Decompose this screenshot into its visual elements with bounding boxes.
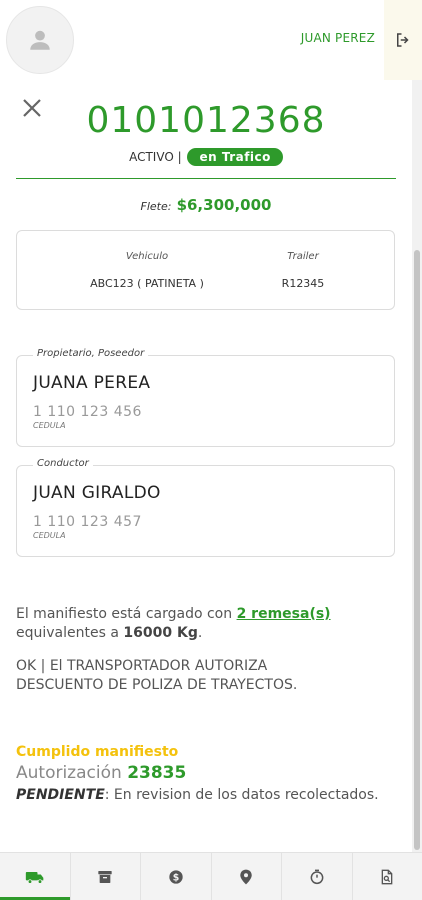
archive-icon xyxy=(98,870,112,883)
owner-id-type: CEDULA xyxy=(33,421,66,430)
logout-button[interactable] xyxy=(384,0,422,80)
status-text: ACTIVO | xyxy=(129,150,182,164)
vehicle-label: Vehiculo xyxy=(125,251,169,262)
driver-name: JUAN GIRALDO xyxy=(33,483,161,503)
svg-text:$: $ xyxy=(173,872,180,883)
driver-box: Conductor JUAN GIRALDO 1 110 123 457 CED… xyxy=(16,458,395,557)
vehicle-box: Vehiculo ABC123 ( PATINETA ) Trailer R12… xyxy=(16,230,395,310)
logout-icon xyxy=(397,33,409,47)
status-badge: en Trafico xyxy=(187,148,283,166)
pending-status: PENDIENTE: En revision de los datos reco… xyxy=(16,787,379,803)
dollar-icon: $ xyxy=(169,869,183,884)
avatar[interactable] xyxy=(6,6,74,74)
flete-label: Flete: xyxy=(140,200,172,213)
location-pin-icon xyxy=(240,869,252,884)
stopwatch-icon xyxy=(310,869,324,884)
scrollbar-thumb[interactable] xyxy=(414,250,420,850)
manifest-card: 0101012368 ACTIVO | en Trafico Flete: $6… xyxy=(0,80,412,852)
owner-box: Propietario, Poseedor JUANA PEREA 1 110 … xyxy=(16,348,395,447)
username[interactable]: JUAN PEREZ xyxy=(301,31,375,45)
cumplido-title: Cumplido manifiesto xyxy=(16,744,179,760)
truck-icon xyxy=(25,871,44,884)
flete-value: $6,300,000 xyxy=(176,196,272,214)
top-bar: JUAN PEREZ xyxy=(0,0,422,80)
remesas-link[interactable]: 2 remesa(s) xyxy=(237,606,331,622)
owner-id: 1 110 123 456 xyxy=(33,404,142,420)
trailer-value: R12345 xyxy=(281,277,325,290)
status-row: ACTIVO | en Trafico xyxy=(0,148,412,166)
weight-value: 16000 Kg xyxy=(123,625,198,641)
owner-legend: Propietario, Poseedor xyxy=(33,348,149,359)
tab-location[interactable] xyxy=(212,853,282,900)
bottom-nav: $ xyxy=(0,852,422,900)
authorization-number: 23835 xyxy=(127,763,187,783)
insurance-notice: OK | El TRANSPORTADOR AUTORIZA DESCUENTO… xyxy=(16,658,298,693)
tab-document-search[interactable] xyxy=(353,853,422,900)
owner-name: JUANA PEREA xyxy=(33,373,151,393)
tab-truck[interactable] xyxy=(0,853,71,900)
divider xyxy=(16,178,396,179)
document-search-icon xyxy=(381,869,393,884)
flete-row: Flete: $6,300,000 xyxy=(0,195,412,214)
pending-label: PENDIENTE xyxy=(16,787,105,803)
tab-archive[interactable] xyxy=(71,853,141,900)
manifest-code: 0101012368 xyxy=(86,100,326,141)
tab-payments[interactable]: $ xyxy=(141,853,212,900)
driver-legend: Conductor xyxy=(33,458,93,469)
driver-id: 1 110 123 457 xyxy=(33,514,142,530)
tab-timer[interactable] xyxy=(282,853,353,900)
vehicle-value: ABC123 ( PATINETA ) xyxy=(90,277,204,290)
trailer-label: Trailer xyxy=(287,251,319,262)
authorization: Autorización 23835 xyxy=(16,763,187,783)
driver-id-type: CEDULA xyxy=(33,531,66,540)
user-icon xyxy=(30,30,50,50)
manifest-summary: El manifiesto está cargado con 2 remesa(… xyxy=(16,606,331,641)
